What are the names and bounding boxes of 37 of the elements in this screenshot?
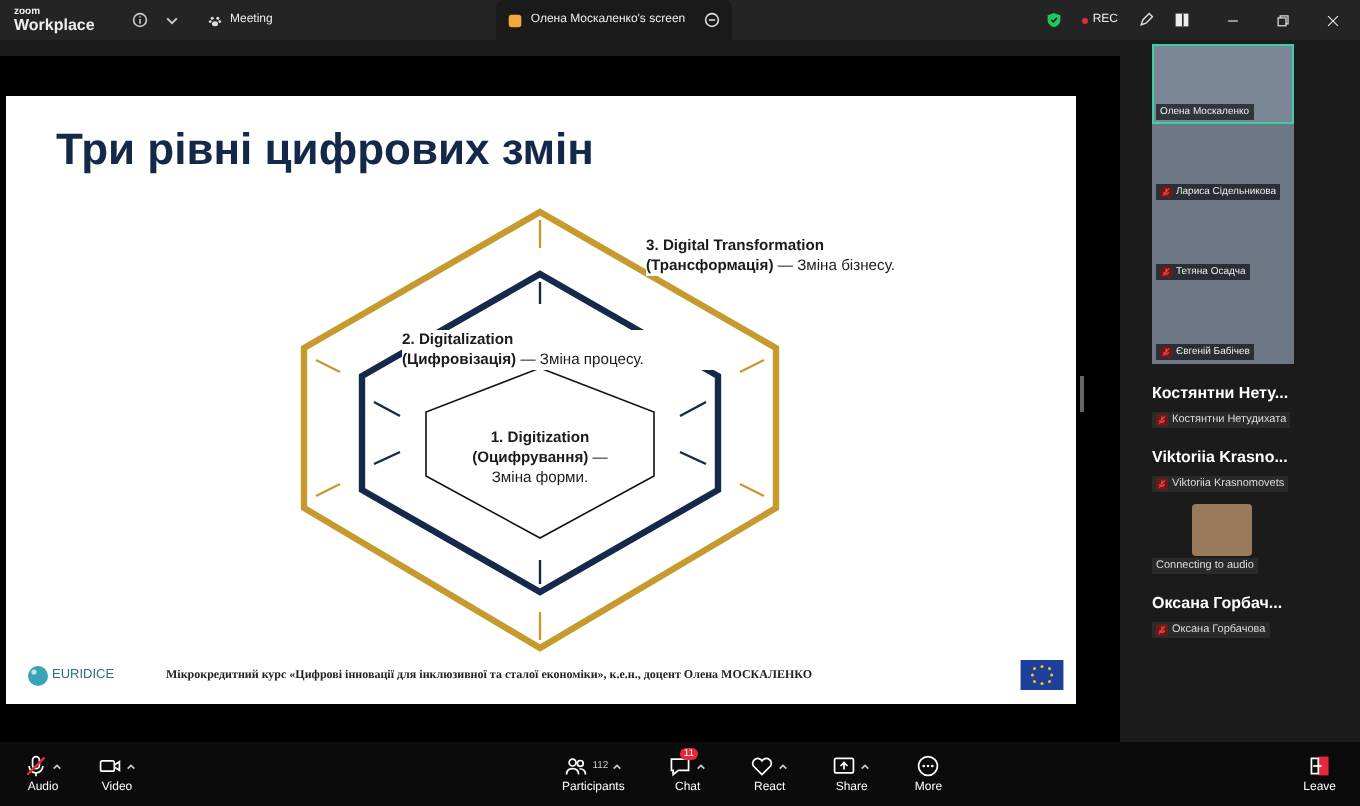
muted-mic-icon xyxy=(1156,478,1168,490)
participant-name: Viktoriia Krasno... xyxy=(1152,448,1290,466)
caret-icon[interactable] xyxy=(860,761,871,771)
photo-placeholder xyxy=(1192,504,1252,556)
more-icon xyxy=(916,754,941,778)
caret-icon[interactable] xyxy=(778,761,789,771)
share-screen-icon xyxy=(832,754,857,778)
muted-mic-icon xyxy=(1160,346,1172,358)
paw-icon xyxy=(208,13,222,27)
resize-handle[interactable] xyxy=(1080,376,1084,412)
slide-title: Три рівні цифрових змін xyxy=(54,122,596,176)
muted-mic-icon xyxy=(1160,266,1172,278)
layout-icon[interactable] xyxy=(1174,12,1190,28)
camera-icon xyxy=(98,754,122,778)
eu-flag-icon xyxy=(1020,660,1064,690)
microphone-icon xyxy=(24,754,48,778)
muted-mic-icon xyxy=(1156,414,1168,426)
heart-icon xyxy=(750,754,775,778)
participant-name: Оксана Горбач... xyxy=(1152,594,1285,612)
restore-icon[interactable] xyxy=(1276,13,1290,27)
pen-icon[interactable] xyxy=(1138,12,1154,28)
exit-door-icon xyxy=(1307,754,1332,778)
screen-share-icon xyxy=(508,13,523,27)
shield-icon[interactable] xyxy=(1046,12,1063,28)
muted-mic-icon xyxy=(1156,624,1168,636)
participant-name: Костянтни Нету... xyxy=(1152,384,1291,402)
chevron-down-icon[interactable] xyxy=(164,12,180,28)
info-icon[interactable] xyxy=(132,12,148,28)
chat-bubble-icon xyxy=(668,754,693,778)
caret-icon[interactable] xyxy=(696,761,707,771)
caret-icon[interactable] xyxy=(52,761,62,771)
people-icon xyxy=(564,754,589,778)
caret-icon[interactable] xyxy=(126,761,136,771)
caret-icon[interactable] xyxy=(612,761,623,771)
close-icon[interactable] xyxy=(1326,13,1340,27)
muted-mic-icon xyxy=(1160,186,1172,198)
minus-circle-icon[interactable] xyxy=(704,12,721,28)
